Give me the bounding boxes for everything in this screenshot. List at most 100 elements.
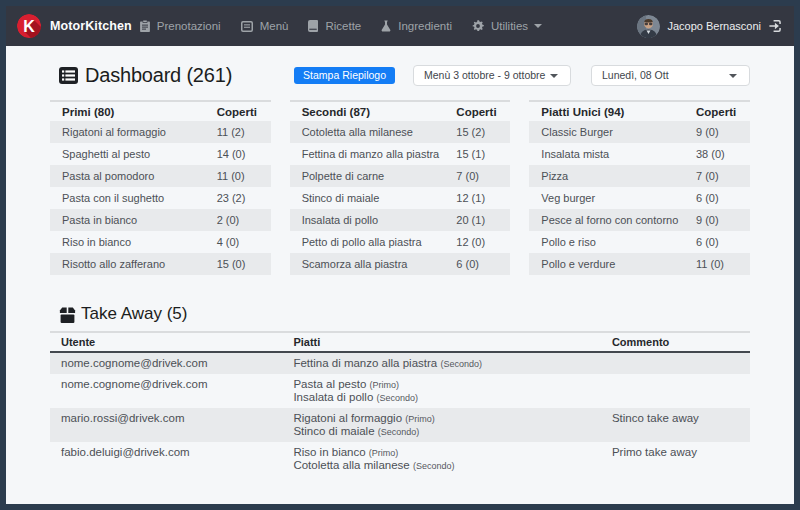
page-title-text: Dashboard (261) — [85, 64, 232, 87]
dish-row: Stinco di maiale12 (1) — [290, 187, 511, 209]
book-icon — [308, 20, 318, 32]
takeaway-header-comment: Commento — [601, 332, 750, 352]
dish-name: Veg burger — [529, 187, 688, 209]
dish-coperti-value: 2 (0) — [209, 209, 271, 231]
nav-items: Prenotazioni Menù Ricette Ingredienti — [140, 20, 542, 32]
dish-name: Insalata di pollo — [290, 209, 449, 231]
nav-item-label: Menù — [260, 20, 289, 32]
dish-coperti-value: 7 (0) — [688, 165, 750, 187]
avatar[interactable] — [637, 15, 660, 38]
navbar: K MotorKitchen Prenotazioni Menù — [6, 6, 794, 46]
main-content: Dashboard (261) Stampa Riepilogo Menù 3 … — [6, 64, 794, 476]
takeaway-dish-course: (Secondo) — [377, 393, 419, 403]
takeaway-comment — [601, 352, 750, 374]
takeaway-dish-line: Fettina di manzo alla piastra (Secondo) — [293, 357, 591, 370]
dish-table-header-row: Primi (80)Coperti — [50, 101, 271, 121]
dish-name: Rigatoni al formaggio — [50, 121, 209, 143]
takeaway-comment: Stinco take away — [601, 408, 750, 442]
takeaway-dish-line: Riso in bianco (Primo) — [293, 446, 591, 459]
nav-item-ricette[interactable]: Ricette — [308, 20, 361, 32]
dish-coperti-value: 38 (0) — [688, 143, 750, 165]
gear-icon — [472, 20, 484, 32]
dish-table-title: Primi (80) — [50, 101, 209, 121]
menu-week-select-value: Menù 3 ottobre - 9 ottobre — [424, 69, 545, 81]
day-select[interactable]: Lunedì, 08 Ott — [591, 65, 750, 86]
dish-coperti-value: 15 (2) — [448, 121, 510, 143]
dish-name: Pizza — [529, 165, 688, 187]
dish-name: Stinco di maiale — [290, 187, 449, 209]
dish-coperti-value: 23 (2) — [209, 187, 271, 209]
dish-table-title: Secondi (87) — [290, 101, 449, 121]
dish-coperti-value: 20 (1) — [448, 209, 510, 231]
takeaway-dish-course: (Primo) — [405, 414, 435, 424]
dish-row: Pollo e riso6 (0) — [529, 231, 750, 253]
dish-coperti-value: 9 (0) — [688, 209, 750, 231]
takeaway-user-email: fabio.deluigi@drivek.com — [50, 442, 282, 476]
takeaway-dish-course: (Secondo) — [440, 359, 482, 369]
dish-coperti-value: 15 (1) — [448, 143, 510, 165]
takeaway-header-dishes: Piatti — [282, 332, 601, 352]
nav-item-label: Ricette — [325, 20, 361, 32]
takeaway-dish-course: (Secondo) — [378, 427, 420, 437]
dish-name: Pasta con il sughetto — [50, 187, 209, 209]
takeaway-dish-line: Pasta al pesto (Primo) — [293, 378, 591, 391]
takeaway-dishes-cell: Pasta al pesto (Primo)Insalata di pollo … — [282, 374, 601, 408]
takeaway-comment — [601, 374, 750, 408]
takeaway-dish-line: Cotoletta alla milanese (Secondo) — [293, 459, 591, 472]
takeaway-dish-name: Fettina di manzo alla piastra — [293, 357, 440, 369]
takeaway-row: nome.cognome@drivek.comPasta al pesto (P… — [50, 374, 750, 408]
dish-row: Classic Burger9 (0) — [529, 121, 750, 143]
takeaway-header-row: Utente Piatti Commento — [50, 332, 750, 352]
page-title: Dashboard (261) — [59, 64, 232, 87]
takeaway-row: fabio.deluigi@drivek.comRiso in bianco (… — [50, 442, 750, 476]
nav-item-label: Ingredienti — [398, 20, 452, 32]
print-summary-button[interactable]: Stampa Riepilogo — [294, 67, 395, 84]
dish-table-value-header: Coperti — [688, 101, 750, 121]
takeaway-box-icon — [59, 307, 76, 323]
dish-name: Riso in bianco — [50, 231, 209, 253]
takeaway-title-text: Take Away (5) — [81, 304, 187, 324]
takeaway-dish-name: Insalata di pollo — [293, 391, 376, 403]
dish-row: Pasta con il sughetto23 (2) — [50, 187, 271, 209]
takeaway-user-email: nome.cognome@drivek.com — [50, 374, 282, 408]
nav-item-ingredienti[interactable]: Ingredienti — [381, 20, 452, 32]
nav-item-utilities[interactable]: Utilities — [472, 20, 542, 32]
dish-row: Insalata mista38 (0) — [529, 143, 750, 165]
navbar-user-area: Jacopo Bernasconi — [637, 15, 784, 38]
dashboard-columns: Primi (80)CopertiRigatoni al formaggio11… — [50, 100, 750, 275]
dish-name: Pasta in bianco — [50, 209, 209, 231]
menu-week-select[interactable]: Menù 3 ottobre - 9 ottobre — [413, 65, 571, 86]
takeaway-dish-name: Rigatoni al formaggio — [293, 412, 405, 424]
header-controls: Stampa Riepilogo Menù 3 ottobre - 9 otto… — [294, 65, 750, 86]
dish-row: Pollo e verdure11 (0) — [529, 253, 750, 275]
chevron-down-icon — [534, 24, 542, 28]
dish-name: Pesce al forno con contorno — [529, 209, 688, 231]
dish-table-header-row: Secondi (87)Coperti — [290, 101, 511, 121]
dish-row: Pasta al pomodoro11 (0) — [50, 165, 271, 187]
user-name[interactable]: Jacopo Bernasconi — [667, 20, 761, 32]
takeaway-user-email: nome.cognome@drivek.com — [50, 352, 282, 374]
nav-item-menu[interactable]: Menù — [241, 20, 289, 32]
nav-item-prenotazioni[interactable]: Prenotazioni — [140, 20, 221, 32]
dish-table-header-row: Piatti Unici (94)Coperti — [529, 101, 750, 121]
dish-coperti-value: 11 (0) — [688, 253, 750, 275]
brand-logo-icon: K — [17, 14, 41, 38]
takeaway-dishes-cell: Riso in bianco (Primo)Cotoletta alla mil… — [282, 442, 601, 476]
dish-row: Petto di pollo alla piastra12 (0) — [290, 231, 511, 253]
logout-icon[interactable] — [769, 20, 784, 32]
takeaway-dish-name: Cotoletta alla milanese — [293, 459, 413, 471]
takeaway-dish-line: Insalata di pollo (Secondo) — [293, 391, 591, 404]
dish-row: Risotto allo zafferano15 (0) — [50, 253, 271, 275]
dish-name: Fettina di manzo alla piastra — [290, 143, 449, 165]
dish-coperti-value: 6 (0) — [688, 231, 750, 253]
dish-name: Risotto allo zafferano — [50, 253, 209, 275]
dish-coperti-value: 6 (0) — [688, 187, 750, 209]
brand-name: MotorKitchen — [50, 19, 132, 33]
dish-table-title: Piatti Unici (94) — [529, 101, 688, 121]
brand[interactable]: K MotorKitchen — [17, 14, 132, 38]
dish-row: Riso in bianco4 (0) — [50, 231, 271, 253]
dish-coperti-value: 4 (0) — [209, 231, 271, 253]
dish-name: Insalata mista — [529, 143, 688, 165]
dish-row: Rigatoni al formaggio11 (2) — [50, 121, 271, 143]
dish-table-2: Piatti Unici (94)CopertiClassic Burger9 … — [529, 100, 750, 275]
